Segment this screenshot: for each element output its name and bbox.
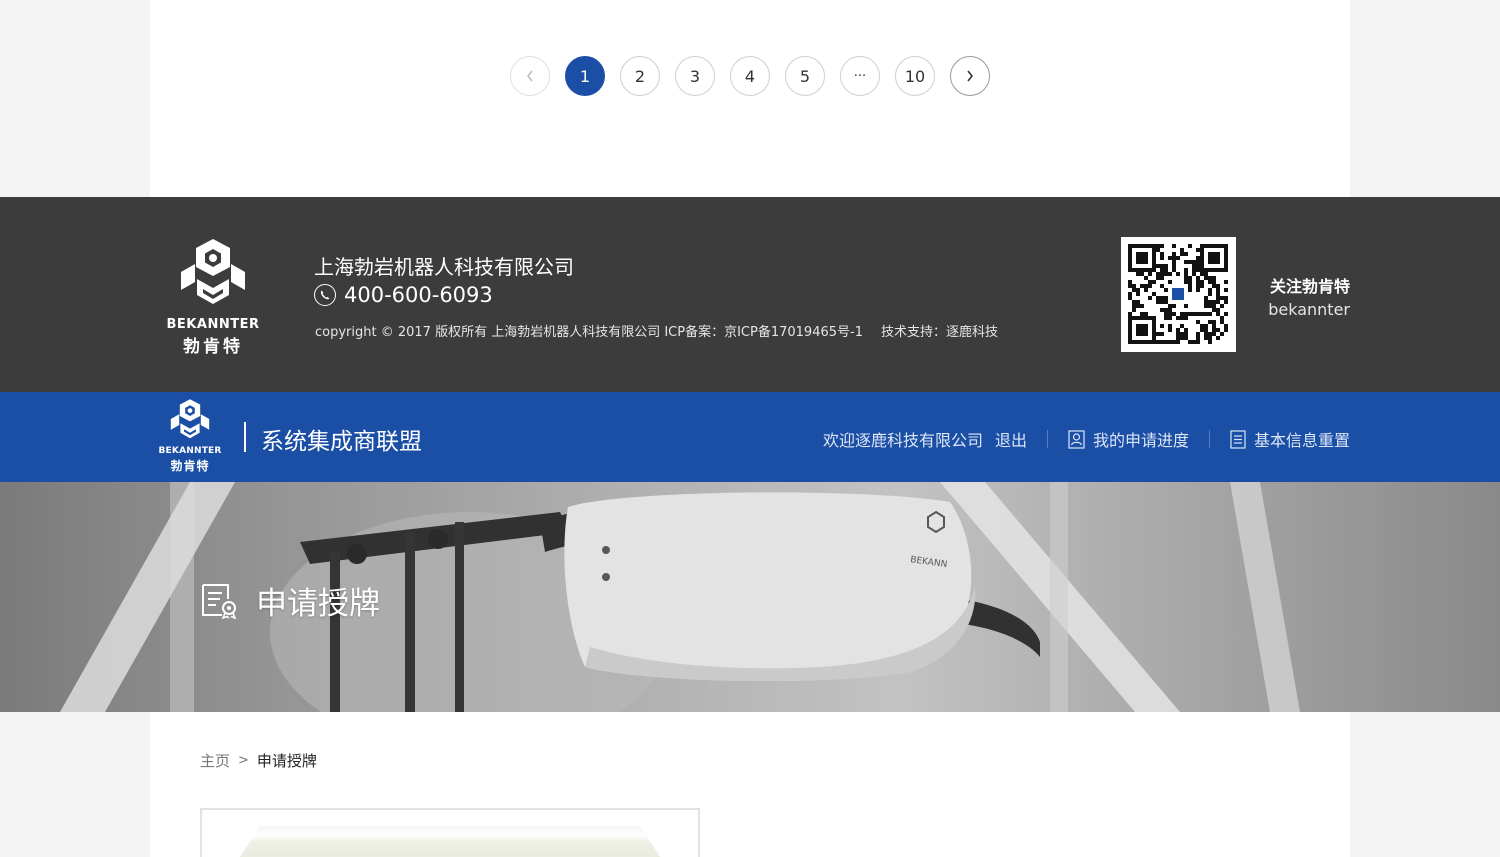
nav-separator xyxy=(1046,430,1048,448)
header-divider xyxy=(244,422,246,452)
follow-subtitle: bekannter xyxy=(1268,300,1350,319)
nav-basic-info-reset[interactable]: 基本信息重置 xyxy=(1230,427,1350,451)
certificate-icon xyxy=(202,583,237,619)
nav-label: 基本信息重置 xyxy=(1253,431,1350,450)
nav-label: 我的申请进度 xyxy=(1092,431,1189,450)
page-button-4[interactable]: 4 xyxy=(730,56,770,96)
person-doc-icon xyxy=(1068,429,1085,449)
company-name: 上海勃岩机器人科技有限公司 xyxy=(314,255,574,279)
welcome-text: 欢迎逐鹿科技有限公司 xyxy=(822,431,983,450)
page-button-1[interactable]: 1 xyxy=(565,56,605,96)
content-area-top: 1 2 3 4 5 ··· 10 xyxy=(150,0,1350,197)
breadcrumb-separator: > xyxy=(238,753,249,768)
logo-chinese-name: 勃肯特 xyxy=(170,459,210,473)
page-button-5[interactable]: 5 xyxy=(785,56,825,96)
next-page-button[interactable] xyxy=(950,56,990,96)
qr-code-icon xyxy=(1128,244,1228,344)
follow-title: 关注勃肯特 xyxy=(1269,277,1350,296)
site-title: 系统集成商联盟 xyxy=(261,429,422,455)
banner-title: 申请授牌 xyxy=(256,586,380,622)
page-button-2[interactable]: 2 xyxy=(620,56,660,96)
phone-number: 400-600-6093 xyxy=(344,283,493,307)
logo-wordmark: BEKANNTER xyxy=(166,317,260,332)
bekannter-logo-icon xyxy=(170,399,210,439)
page: 1 2 3 4 5 ··· 10 BEKANNTER 勃肯特 上海勃岩机器人科技… xyxy=(0,0,1500,857)
certificate-preview-card xyxy=(200,808,700,857)
pagination: 1 2 3 4 5 ··· 10 xyxy=(510,56,990,96)
header-logo[interactable]: BEKANNTER 勃肯特 xyxy=(150,398,230,476)
header-nav: 欢迎逐鹿科技有限公司 退出 我的申请进度 基本信息重置 xyxy=(823,427,1350,451)
breadcrumb: 主页 > 申请授牌 xyxy=(200,750,317,771)
breadcrumb-current: 申请授牌 xyxy=(256,752,317,770)
phone-icon xyxy=(314,284,336,306)
tech-support-text[interactable]: 技术支持：逐鹿科技 xyxy=(881,325,998,340)
copyright-text: copyright © 2017 版权所有 上海勃岩机器人科技有限公司 ICP备… xyxy=(315,325,863,340)
page-ellipsis[interactable]: ··· xyxy=(840,56,880,96)
document-icon xyxy=(1230,429,1246,449)
footer: BEKANNTER 勃肯特 上海勃岩机器人科技有限公司 400-600-6093… xyxy=(0,197,1500,392)
banner-heading: 申请授牌 xyxy=(200,578,380,623)
logo-chinese-name: 勃肯特 xyxy=(183,337,243,357)
logo-wordmark: BEKANNTER xyxy=(158,446,222,456)
copyright-line: copyright © 2017 版权所有 上海勃岩机器人科技有限公司 ICP备… xyxy=(315,321,998,340)
bekannter-logo-icon xyxy=(181,239,245,304)
page-banner: BEKANN 申请授牌 xyxy=(0,482,1500,712)
certificate-image xyxy=(234,826,666,857)
content-area-bottom: 主页 > 申请授牌 xyxy=(150,712,1350,857)
breadcrumb-home-link[interactable]: 主页 xyxy=(200,750,230,771)
phone-row: 400-600-6093 xyxy=(314,283,493,307)
prev-page-button[interactable] xyxy=(510,56,550,96)
logout-link[interactable]: 退出 xyxy=(995,427,1027,451)
page-button-10[interactable]: 10 xyxy=(895,56,935,96)
qr-code xyxy=(1121,237,1236,352)
footer-logo[interactable]: BEKANNTER 勃肯特 xyxy=(150,237,276,357)
site-header: BEKANNTER 勃肯特 系统集成商联盟 欢迎逐鹿科技有限公司 退出 我的申请… xyxy=(0,392,1500,482)
chevron-left-icon xyxy=(527,70,533,82)
nav-separator xyxy=(1208,430,1210,448)
follow-block: 关注勃肯特 bekannter xyxy=(1250,273,1350,319)
page-button-3[interactable]: 3 xyxy=(675,56,715,96)
nav-my-application-progress[interactable]: 我的申请进度 xyxy=(1068,427,1189,451)
chevron-right-icon xyxy=(967,70,974,82)
